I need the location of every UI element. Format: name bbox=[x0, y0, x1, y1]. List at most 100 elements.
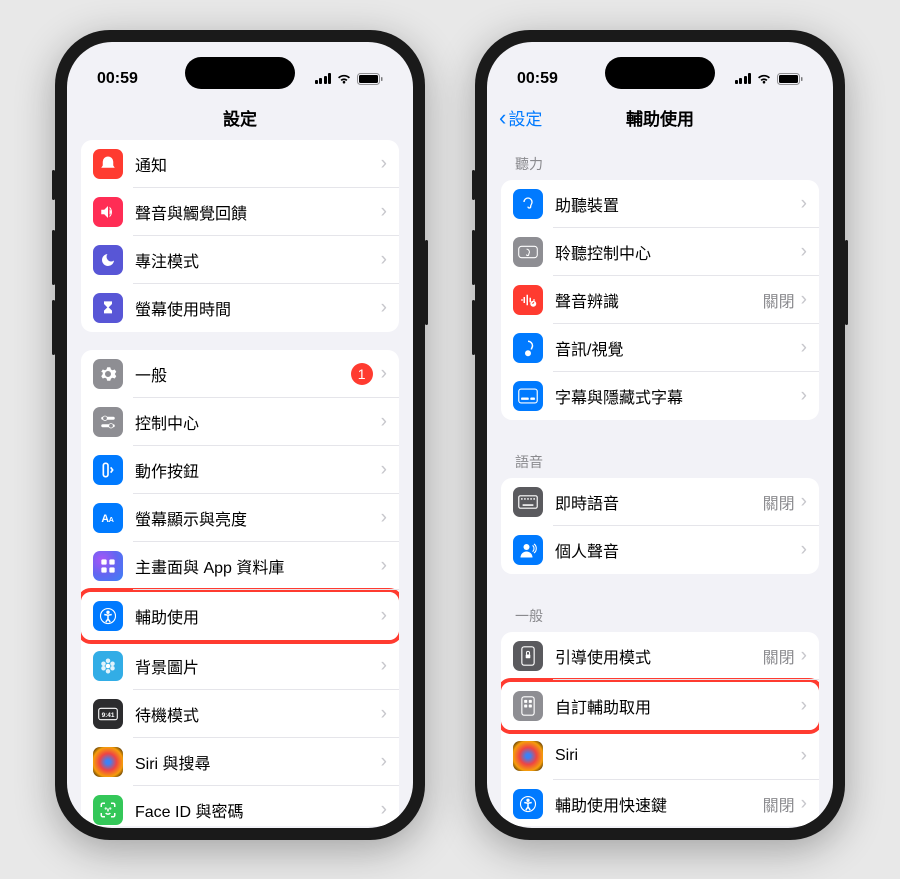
volume-up-button bbox=[472, 230, 475, 285]
cellular-icon bbox=[315, 73, 332, 84]
chevron-right-icon: › bbox=[801, 385, 807, 407]
row-label: 即時語音 bbox=[555, 490, 763, 514]
status-time: 00:59 bbox=[97, 70, 138, 88]
settings-row-home-screen[interactable]: 主畫面與 App 資料庫 › bbox=[81, 542, 399, 590]
chevron-right-icon: › bbox=[801, 193, 807, 215]
highlight-annotation: 自訂輔助取用 › bbox=[501, 678, 819, 734]
row-label: 螢幕使用時間 bbox=[135, 296, 381, 320]
chevron-right-icon: › bbox=[801, 491, 807, 513]
person-voice-icon bbox=[513, 535, 543, 565]
settings-group: 引導使用模式 關閉 › 自訂輔助取用 › Siri › 輔助使用快速鍵 關閉 ›… bbox=[501, 632, 819, 826]
status-time: 00:59 bbox=[517, 70, 558, 88]
row-label: 輔助使用快速鍵 bbox=[555, 792, 763, 816]
phone-custom-icon bbox=[513, 691, 543, 721]
section-header: 聽力 bbox=[501, 140, 819, 180]
settings-group: 一般 1 › 控制中心 › 動作按鈕 › AA 螢幕顯示與亮度 › 主畫面與 A… bbox=[81, 350, 399, 826]
siri-a11y-icon bbox=[513, 741, 543, 771]
settings-row-siri[interactable]: Siri 與搜尋 › bbox=[81, 738, 399, 786]
chevron-right-icon: › bbox=[381, 555, 387, 577]
settings-row-audio-visual[interactable]: 音訊/視覺 › bbox=[501, 324, 819, 372]
svg-text:A: A bbox=[109, 515, 115, 524]
back-button[interactable]: ‹ 設定 bbox=[499, 105, 542, 130]
row-label: 通知 bbox=[135, 152, 381, 176]
settings-row-assistive-access[interactable]: 自訂輔助取用 › bbox=[501, 682, 819, 730]
standby-icon: 9:41 bbox=[93, 699, 123, 729]
power-button bbox=[425, 240, 428, 325]
wifi-icon bbox=[336, 73, 352, 85]
settings-row-siri-a11y[interactable]: Siri › bbox=[501, 732, 819, 780]
chevron-right-icon: › bbox=[381, 459, 387, 481]
row-label: 助聽裝置 bbox=[555, 192, 801, 216]
settings-row-screentime[interactable]: 螢幕使用時間 › bbox=[81, 284, 399, 332]
row-label: 背景圖片 bbox=[135, 654, 381, 678]
row-label: 螢幕顯示與亮度 bbox=[135, 506, 381, 530]
chevron-right-icon: › bbox=[801, 289, 807, 311]
chevron-right-icon: › bbox=[381, 799, 387, 821]
settings-row-hearing-control[interactable]: 聆聽控制中心 › bbox=[501, 228, 819, 276]
chevron-right-icon: › bbox=[381, 363, 387, 385]
settings-row-guided-access[interactable]: 引導使用模式 關閉 › bbox=[501, 632, 819, 680]
settings-content[interactable]: 通知 › 聲音與觸覺回饋 › 專注模式 › 螢幕使用時間 › 一般 1 › 控制… bbox=[67, 140, 413, 826]
section-header: 語音 bbox=[501, 438, 819, 478]
battery-icon bbox=[357, 73, 383, 85]
settings-row-sounds[interactable]: 聲音與觸覺回饋 › bbox=[81, 188, 399, 236]
row-label: 聲音與觸覺回饋 bbox=[135, 200, 381, 224]
chevron-right-icon: › bbox=[801, 695, 807, 717]
settings-row-faceid[interactable]: Face ID 與密碼 › bbox=[81, 786, 399, 826]
settings-row-live-speech[interactable]: 即時語音 關閉 › bbox=[501, 478, 819, 526]
settings-row-subtitles[interactable]: 字幕與隱藏式字幕 › bbox=[501, 372, 819, 420]
chevron-right-icon: › bbox=[381, 703, 387, 725]
row-label: 一般 bbox=[135, 362, 351, 386]
av-icon bbox=[513, 333, 543, 363]
settings-row-display[interactable]: AA 螢幕顯示與亮度 › bbox=[81, 494, 399, 542]
settings-row-sound-recognition[interactable]: 聲音辨識 關閉 › bbox=[501, 276, 819, 324]
settings-row-control-center[interactable]: 控制中心 › bbox=[81, 398, 399, 446]
chevron-right-icon: › bbox=[801, 539, 807, 561]
settings-row-wallpaper[interactable]: 背景圖片 › bbox=[81, 642, 399, 690]
svg-text:9:41: 9:41 bbox=[102, 712, 115, 719]
screen-right: 00:59 ‹ 設定 輔助使用 聽力 助聽裝置 › 聆聽控制中心 › 聲音辨識 bbox=[487, 42, 833, 828]
nav-header-left: 設定 bbox=[67, 97, 413, 140]
badge: 1 bbox=[351, 363, 373, 385]
dynamic-island bbox=[605, 57, 715, 89]
chevron-right-icon: › bbox=[801, 337, 807, 359]
side-button bbox=[472, 170, 475, 200]
switches-icon bbox=[93, 407, 123, 437]
phone-frame-right: 00:59 ‹ 設定 輔助使用 聽力 助聽裝置 › 聆聽控制中心 › 聲音辨識 bbox=[475, 30, 845, 840]
row-label: 控制中心 bbox=[135, 410, 381, 434]
screen-left: 00:59 設定 通知 › 聲音與觸覺回饋 › 專注模式 › 螢幕使用時間 bbox=[67, 42, 413, 828]
settings-row-general[interactable]: 一般 1 › bbox=[81, 350, 399, 398]
volume-up-button bbox=[52, 230, 55, 285]
power-button bbox=[845, 240, 848, 325]
settings-row-notifications[interactable]: 通知 › bbox=[81, 140, 399, 188]
status-indicators bbox=[315, 73, 384, 85]
settings-row-hearing-devices[interactable]: 助聽裝置 › bbox=[501, 180, 819, 228]
row-label: 輔助使用 bbox=[135, 604, 381, 628]
settings-row-focus[interactable]: 專注模式 › bbox=[81, 236, 399, 284]
siri-icon bbox=[93, 747, 123, 777]
grid-icon bbox=[93, 551, 123, 581]
row-label: 聆聽控制中心 bbox=[555, 240, 801, 264]
settings-row-shortcut[interactable]: 輔助使用快速鍵 關閉 › bbox=[501, 780, 819, 826]
keyboard-icon bbox=[513, 487, 543, 517]
row-label: Face ID 與密碼 bbox=[135, 798, 381, 822]
page-title: 輔助使用 bbox=[626, 110, 694, 129]
settings-row-standby[interactable]: 9:41 待機模式 › bbox=[81, 690, 399, 738]
chevron-right-icon: › bbox=[381, 201, 387, 223]
cellular-icon bbox=[735, 73, 752, 84]
chevron-right-icon: › bbox=[381, 249, 387, 271]
settings-row-accessibility[interactable]: 輔助使用 › bbox=[81, 592, 399, 640]
chevron-right-icon: › bbox=[801, 745, 807, 767]
accessibility-content[interactable]: 聽力 助聽裝置 › 聆聽控制中心 › 聲音辨識 關閉 › 音訊/視覺 › 字幕與… bbox=[487, 140, 833, 826]
battery-icon bbox=[777, 73, 803, 85]
settings-row-action-button[interactable]: 動作按鈕 › bbox=[81, 446, 399, 494]
bell-icon bbox=[93, 149, 123, 179]
settings-group: 通知 › 聲音與觸覺回饋 › 專注模式 › 螢幕使用時間 › bbox=[81, 140, 399, 332]
chevron-right-icon: › bbox=[381, 507, 387, 529]
volume-down-button bbox=[472, 300, 475, 355]
settings-row-personal-voice[interactable]: 個人聲音 › bbox=[501, 526, 819, 574]
accessibility-icon bbox=[93, 601, 123, 631]
volume-down-button bbox=[52, 300, 55, 355]
row-value: 關閉 bbox=[763, 490, 795, 514]
action-icon bbox=[93, 455, 123, 485]
